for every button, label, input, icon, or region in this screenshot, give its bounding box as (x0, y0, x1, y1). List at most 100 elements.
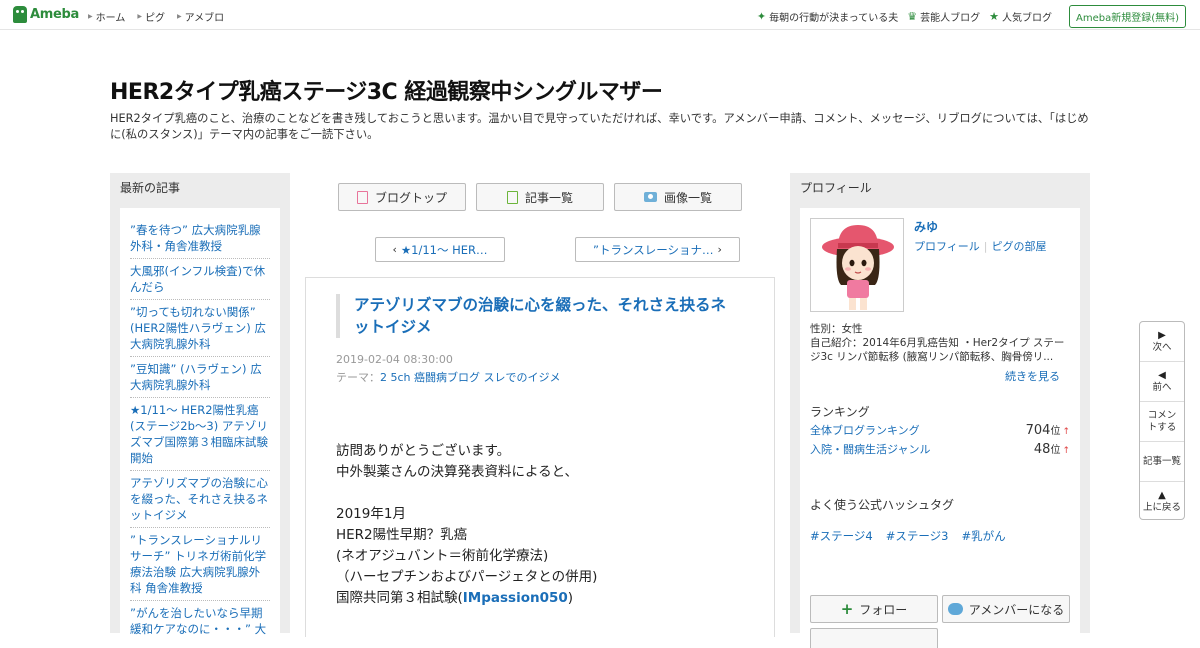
comment-button[interactable]: コメントする (1140, 402, 1184, 442)
triangle-right-icon: ▶ (176, 13, 182, 20)
blog-title[interactable]: HER2タイプ乳癌ステージ3C 経過観察中シングルマザー (110, 74, 663, 106)
rank-unit: 位 (1050, 445, 1061, 456)
trend-link-label: 毎朝の行動が決まっている夫 (769, 13, 899, 24)
recent-article-link[interactable]: ”春を待つ” 広大病院乳腺外科・角舎准教授 (130, 218, 270, 259)
divider: | (983, 240, 988, 253)
hashtag-list: #ステージ4 #ステージ3 #乳がん (810, 528, 1006, 544)
body-line: HER2陽性早期？乳癌 (336, 527, 468, 543)
follow-button[interactable]: + フォロー (810, 595, 938, 623)
body-line: 訪問ありがとうございます。 (336, 443, 511, 459)
recent-article-link[interactable]: ”がんを治したいなら早期緩和ケアなのに・・・” 大津秀一緩和医 (130, 601, 270, 638)
theme-link[interactable]: 2 5ch 癌闘病ブログ スレでのイジメ (380, 371, 561, 384)
register-button[interactable]: Ameba新規登録(無料) (1068, 5, 1186, 28)
body-line: (ネオアジュバント＝術前化学療法) (336, 548, 549, 564)
chevron-right-icon: › (717, 243, 722, 256)
nav-ameblo-label: アメブロ (184, 13, 225, 24)
blog-top-button[interactable]: ブログトップ (338, 183, 466, 211)
plus-icon: + (840, 599, 854, 618)
global-nav: ▶ ホーム ▶ ピグ ▶ アメブロ (88, 9, 224, 24)
recent-article-link[interactable]: ”豆知識” (ハラヴェン) 広大病院乳腺外科 (130, 357, 270, 398)
hashtag-heading: よく使う公式ハッシュタグ (810, 498, 955, 512)
blog-description: HER2タイプ乳癌のこと、治療のことなどを書き残しておこうと思います。温かい目で… (110, 112, 1089, 141)
sparkle-icon: ✦ (756, 10, 767, 23)
body-line: 国際共同第３相試験(IMpassion050) (336, 588, 756, 609)
trial-name: IMpassion050 (462, 590, 568, 606)
hashtag-link[interactable]: #ステージ4 (810, 528, 873, 544)
avatar[interactable] (810, 218, 904, 312)
ranking-heading: ランキング (810, 405, 870, 419)
popular-blog-link[interactable]: ★ 人気ブログ (989, 9, 1052, 24)
article-list-button[interactable]: 記事一覧 (476, 183, 604, 211)
recent-article-link[interactable]: 大風邪(インフル検査)で休んだら (130, 259, 270, 300)
celeb-blog-label: 芸能人ブログ (920, 13, 981, 24)
ranking-label[interactable]: 入院・闘病生活ジャンル (810, 441, 930, 457)
prev-label: 前へ (1152, 381, 1172, 393)
article-list-label: 記事一覧 (524, 190, 573, 205)
ameba-logo-icon (13, 6, 27, 23)
chevron-left-icon: ‹ (392, 243, 397, 256)
article-list-side-button[interactable]: 記事一覧 (1140, 442, 1184, 482)
nav-ameblo[interactable]: ▶ アメブロ (177, 9, 224, 24)
prev-article-label: ★1/11～ HER… (400, 242, 488, 257)
prev-button[interactable]: ◀ 前へ (1140, 362, 1184, 402)
trend-link[interactable]: ✦ 毎朝の行動が決まっている夫 (757, 9, 898, 24)
rank-up-icon: ↑ (1062, 427, 1070, 437)
ranking-row: 入院・闘病生活ジャンル 48位 ↑ (810, 441, 1070, 457)
body-line (336, 483, 756, 504)
extra-button[interactable] (810, 628, 938, 648)
next-label: 次へ (1152, 341, 1172, 353)
ameba-logo[interactable]: Ameba (13, 6, 79, 23)
profile-link[interactable]: プロフィール (914, 240, 980, 253)
nav-home[interactable]: ▶ ホーム (88, 9, 125, 24)
floating-side-nav: ▶ 次へ ◀ 前へ コメントする 記事一覧 ▲ 上に戻る (1139, 321, 1185, 520)
celeb-blog-link[interactable]: ♛ 芸能人ブログ (907, 9, 980, 24)
recent-article-link[interactable]: ”切っても切れない関係” (HER2陽性ハラヴェン) 広大病院乳腺外科 (130, 300, 270, 357)
triangle-right-icon: ▶ (137, 13, 142, 20)
left-sidebar: 最新の記事 ”春を待つ” 広大病院乳腺外科・角舎准教授 大風邪(インフル検査)で… (110, 173, 290, 638)
recent-article-link[interactable]: ★1/11～ HER2陽性乳癌(ステージ2b～3) アテゾリズマブ国際第３相臨床… (130, 398, 270, 471)
ranking-value: 48位 ↑ (1034, 441, 1070, 457)
profile-name[interactable]: みゆ (914, 218, 938, 235)
prev-article-button[interactable]: ‹ ★1/11～ HER… (375, 237, 505, 262)
recent-article-link[interactable]: ”トランスレーショナルリサーチ” トリネガ術前化学療法治験 広大病院乳腺外科 角… (130, 528, 270, 601)
recent-article-link[interactable]: アテゾリズマブの治験に心を綴った、それさえ抉るネットイジメ (130, 471, 270, 528)
rank-up-icon: ↑ (1062, 446, 1070, 456)
pig-room-link[interactable]: ピグの部屋 (992, 240, 1047, 253)
image-list-button[interactable]: 画像一覧 (614, 183, 742, 211)
image-list-label: 画像一覧 (663, 190, 712, 205)
ranking-value: 704位 ↑ (1026, 422, 1070, 438)
profile-heading: プロフィール (800, 181, 872, 195)
body-line: 中外製薬さんの決算発表資料によると、 (336, 464, 579, 480)
triangle-right-icon: ▶ (88, 13, 93, 20)
rank-number: 704 (1025, 423, 1051, 438)
article-title[interactable]: アテゾリズマブの治験に心を綴った、それさえ抉るネットイジメ (336, 294, 741, 338)
article: アテゾリズマブの治験に心を綴った、それさえ抉るネットイジメ 2019-02-04… (305, 277, 775, 637)
body-text: 国際共同第３相試験( (336, 590, 463, 606)
nav-home-label: ホーム (95, 13, 126, 24)
star-icon: ★ (989, 10, 999, 23)
document-icon (356, 190, 368, 204)
next-article-label: ”トランスレーショナ… (593, 242, 714, 257)
follow-label: フォロー (859, 602, 908, 617)
next-article-button[interactable]: ”トランスレーショナ… › (575, 237, 740, 262)
nav-pig[interactable]: ▶ ピグ (137, 9, 165, 24)
amember-button[interactable]: アメンバーになる (942, 595, 1070, 623)
profile-box: みゆ プロフィール | ピグの部屋 性別：女性 自己紹介：2014年6月乳癌告知 ・… (800, 208, 1080, 648)
ranking-label[interactable]: 全体ブログランキング (810, 422, 920, 438)
ranking-row: 全体ブログランキング 704位 ↑ (810, 422, 1070, 438)
profile-intro: 自己紹介：2014年6月乳癌告知 ・Her2タイプ ステージ3c リンパ節転移 … (810, 337, 1065, 363)
article-theme: テーマ：2 5ch 癌闘病ブログ スレでのイジメ (336, 369, 561, 385)
body-line: （ハーセプチンおよびパージェタとの併用) (336, 569, 598, 585)
back-to-top-label: 上に戻る (1142, 502, 1181, 513)
back-to-top-button[interactable]: ▲ 上に戻る (1140, 482, 1184, 522)
hashtag-link[interactable]: #乳がん (961, 528, 1005, 544)
hashtag-link[interactable]: #ステージ3 (886, 528, 949, 544)
body-line: 2019年1月 (336, 506, 406, 522)
article-body: 訪問ありがとうございます。 中外製薬さんの決算発表資料によると、 2019年1月… (336, 441, 756, 609)
blog-top-label: ブログトップ (374, 190, 447, 205)
article-list-side-label: 記事一覧 (1142, 455, 1181, 467)
read-more-link[interactable]: 続きを見る (1005, 368, 1060, 384)
play-left-icon: ◀ (1158, 369, 1166, 381)
ameba-logo-text: Ameba (30, 7, 80, 22)
next-button[interactable]: ▶ 次へ (1140, 322, 1184, 362)
